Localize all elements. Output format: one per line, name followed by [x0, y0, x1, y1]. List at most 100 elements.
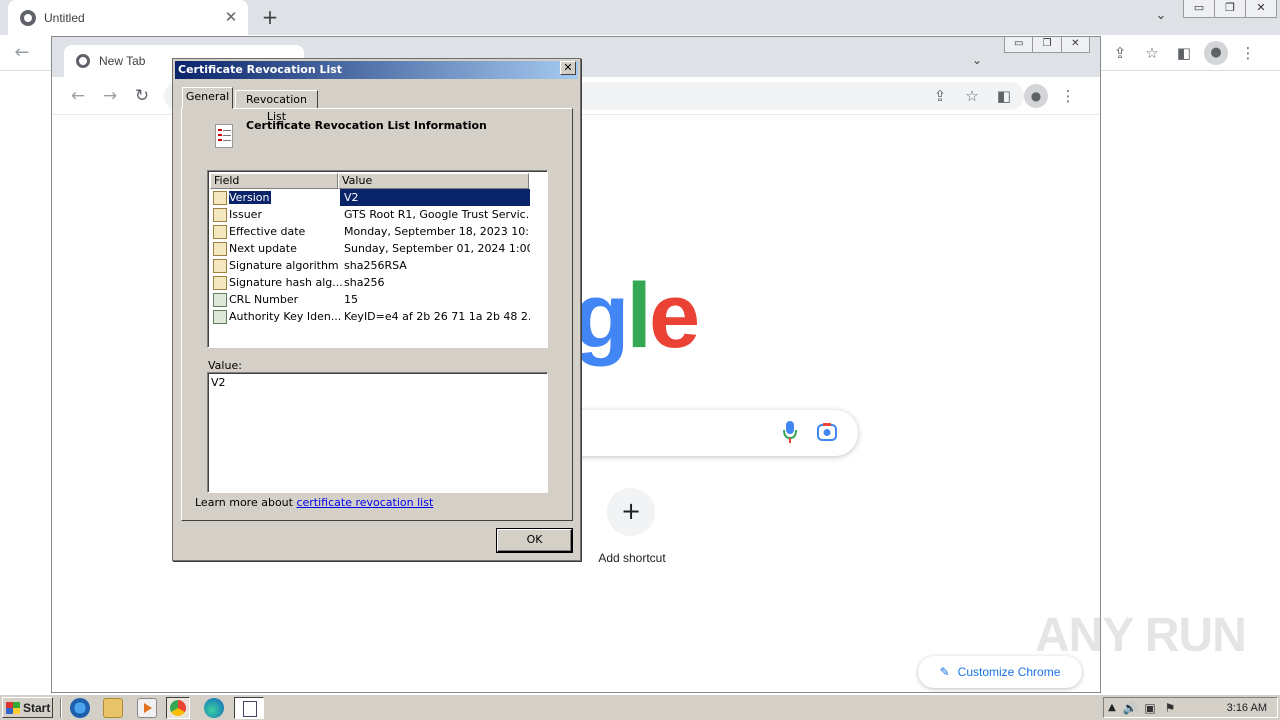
side-panel-icon[interactable]: ◧: [1172, 41, 1196, 65]
field-icon: [213, 241, 227, 256]
tab-revocation-list[interactable]: Revocation List: [235, 90, 318, 123]
profile-avatar-icon[interactable]: ●: [1204, 41, 1228, 65]
column-header-field[interactable]: Field: [210, 173, 338, 189]
value-label: Value:: [208, 359, 242, 372]
restore-button[interactable]: ❐: [1033, 37, 1062, 52]
restore-button[interactable]: ❐: [1215, 0, 1246, 17]
back-button[interactable]: ←: [66, 84, 90, 108]
list-item[interactable]: Version V2: [210, 189, 530, 206]
bookmark-star-icon[interactable]: ☆: [960, 84, 984, 108]
field-icon: [213, 207, 227, 222]
list-item[interactable]: Signature algorithm sha256RSA: [210, 257, 530, 274]
pencil-icon: ✎: [939, 665, 950, 679]
nav-buttons: ← → ↻: [66, 84, 154, 108]
minimize-button[interactable]: ▭: [1184, 0, 1215, 17]
system-tray: ▲ 🔊 ▣ ⚑ 3:16 AM: [1103, 697, 1278, 718]
windows-flag-icon: [6, 701, 20, 714]
google-lens-icon[interactable]: [817, 422, 837, 442]
extension-icon: [213, 309, 227, 324]
shortcut-label[interactable]: Add shortcut: [582, 551, 682, 565]
menu-kebab-icon[interactable]: ⋮: [1056, 84, 1080, 108]
outer-window-controls: ▭ ❐ ✕: [1183, 0, 1277, 18]
logo-letter: e: [648, 265, 700, 367]
field-name: Effective date: [229, 225, 306, 238]
list-item[interactable]: Next update Sunday, September 01, 2024 1…: [210, 240, 530, 257]
outer-tab[interactable]: Untitled ✕: [8, 0, 248, 35]
minimize-button[interactable]: ▭: [1005, 37, 1034, 52]
customize-label: Customize Chrome: [957, 665, 1061, 679]
close-window-button[interactable]: ✕: [1062, 37, 1089, 52]
close-window-button[interactable]: ✕: [1246, 0, 1276, 17]
back-button[interactable]: ←: [10, 41, 34, 65]
field-icon: [213, 224, 227, 239]
close-icon[interactable]: ✕: [560, 61, 576, 75]
fields-list[interactable]: Field Value Version V2 Issuer GTS Root R…: [207, 170, 548, 348]
search-input[interactable]: [560, 410, 858, 456]
inner-tab-title: New Tab: [99, 54, 146, 68]
volume-icon[interactable]: 🔊: [1120, 701, 1140, 715]
crl-document-icon: [215, 124, 233, 148]
profile-avatar-icon[interactable]: ●: [1024, 84, 1048, 108]
bookmark-star-icon[interactable]: ☆: [1140, 41, 1164, 65]
outer-tab-strip: Untitled ✕ + ⌄ ▭ ❐ ✕: [0, 0, 1280, 35]
show-hidden-icons-icon[interactable]: ▲: [1104, 702, 1120, 713]
crl-help-link[interactable]: certificate revocation list: [296, 496, 433, 509]
list-item[interactable]: Authority Key Iden... KeyID=e4 af 2b 26 …: [210, 308, 530, 325]
edge-icon[interactable]: [204, 698, 224, 718]
forward-button[interactable]: →: [98, 84, 122, 108]
field-icon: [213, 275, 227, 290]
taskbar-divider: [60, 698, 62, 718]
tab-search-icon[interactable]: ⌄: [972, 53, 982, 67]
field-value: GTS Root R1, Google Trust Servic...: [344, 208, 530, 221]
file-explorer-icon[interactable]: [103, 698, 123, 718]
globe-icon: [20, 9, 36, 26]
chrome-icon: [76, 54, 90, 68]
media-player-icon[interactable]: [137, 698, 157, 718]
extension-icon: [213, 292, 227, 307]
list-item[interactable]: Effective date Monday, September 18, 202…: [210, 223, 530, 240]
tab-search-icon[interactable]: ⌄: [1152, 8, 1170, 26]
list-header: Field Value: [210, 173, 546, 189]
share-icon[interactable]: ⇪: [928, 84, 952, 108]
inner-window-controls: ▭ ❐ ✕: [1004, 37, 1090, 53]
action-center-flag-icon[interactable]: ⚑: [1160, 701, 1180, 715]
logo-letter: l: [626, 265, 652, 367]
field-name: Signature hash alg...: [229, 276, 343, 289]
logo-letter: g: [573, 265, 629, 367]
list-item[interactable]: Signature hash alg... sha256: [210, 274, 530, 291]
internet-explorer-icon[interactable]: [70, 698, 90, 718]
microphone-icon[interactable]: [783, 420, 797, 444]
menu-kebab-icon[interactable]: ⋮: [1236, 41, 1260, 65]
new-tab-button[interactable]: +: [258, 6, 282, 30]
outer-toolbar-actions: ⇪ ☆ ◧ ● ⋮: [1108, 41, 1260, 65]
inner-toolbar-actions: ⇪ ☆ ◧ ● ⋮: [928, 84, 1080, 108]
anyrun-watermark: ANY RUN: [1035, 609, 1247, 662]
dialog-heading: Certificate Revocation List Information: [246, 119, 487, 132]
field-value: KeyID=e4 af 2b 26 71 1a 2b 48 2...: [344, 310, 530, 323]
side-panel-icon[interactable]: ◧: [992, 84, 1016, 108]
tab-general[interactable]: General: [182, 87, 233, 109]
field-name: Version: [229, 191, 272, 204]
chrome-taskbar-icon[interactable]: [166, 697, 190, 719]
reload-button[interactable]: ↻: [130, 84, 154, 108]
value-textbox[interactable]: V2: [207, 372, 548, 493]
taskbar: Start ▲ 🔊 ▣ ⚑ 3:16 AM: [0, 694, 1280, 720]
start-button[interactable]: Start: [2, 697, 53, 718]
learn-more-prefix: Learn more about: [195, 496, 297, 509]
share-icon[interactable]: ⇪: [1108, 41, 1132, 65]
list-item[interactable]: Issuer GTS Root R1, Google Trust Servic.…: [210, 206, 530, 223]
close-icon[interactable]: ✕: [222, 8, 240, 26]
clock[interactable]: 3:16 AM: [1227, 702, 1267, 714]
field-value: sha256RSA: [344, 259, 407, 272]
certificate-window-taskbar-icon[interactable]: [234, 697, 264, 719]
field-icon: [213, 190, 227, 205]
column-header-value[interactable]: Value: [338, 173, 529, 189]
field-value: Sunday, September 01, 2024 1:00...: [344, 242, 530, 255]
list-item[interactable]: CRL Number 15: [210, 291, 530, 308]
network-icon[interactable]: ▣: [1140, 701, 1160, 715]
field-name: Next update: [229, 242, 297, 255]
field-name: CRL Number: [229, 293, 299, 306]
dialog-title: Certificate Revocation List: [175, 61, 578, 79]
add-shortcut-button[interactable]: +: [607, 488, 655, 536]
ok-button[interactable]: OK: [497, 529, 572, 552]
